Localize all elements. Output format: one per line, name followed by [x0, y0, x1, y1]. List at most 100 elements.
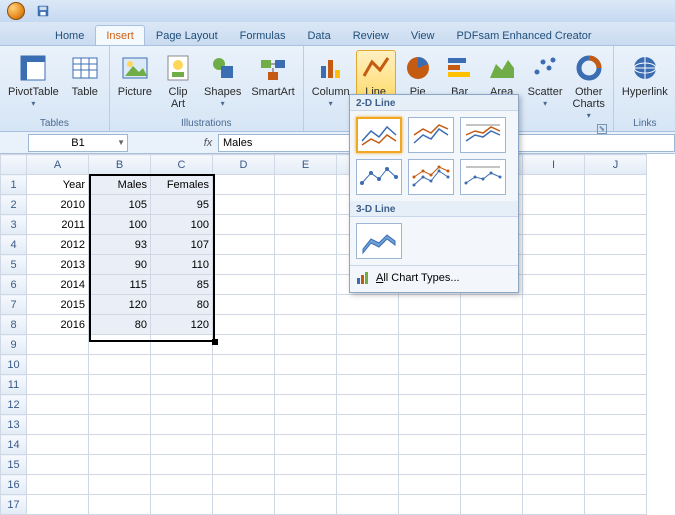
cell[interactable]: 2014 [27, 275, 89, 295]
cell[interactable] [461, 355, 523, 375]
cell[interactable] [275, 335, 337, 355]
cell[interactable] [89, 395, 151, 415]
tab-review[interactable]: Review [342, 25, 400, 45]
cell[interactable] [213, 375, 275, 395]
cell[interactable]: 2016 [27, 315, 89, 335]
cell[interactable] [213, 195, 275, 215]
cell[interactable] [275, 375, 337, 395]
row-header[interactable]: 15 [1, 455, 27, 475]
tab-data[interactable]: Data [296, 25, 341, 45]
cell[interactable] [275, 355, 337, 375]
tab-pdfsam-enhanced-creator[interactable]: PDFsam Enhanced Creator [445, 25, 602, 45]
cell[interactable] [89, 475, 151, 495]
cell[interactable] [585, 315, 647, 335]
cell[interactable]: 85 [151, 275, 213, 295]
cell[interactable] [337, 435, 399, 455]
cell[interactable]: 2012 [27, 235, 89, 255]
cell[interactable] [213, 175, 275, 195]
cell[interactable] [523, 435, 585, 455]
cell[interactable]: 105 [89, 195, 151, 215]
cell[interactable]: 2011 [27, 215, 89, 235]
row-header[interactable]: 11 [1, 375, 27, 395]
cell[interactable] [585, 335, 647, 355]
cell[interactable] [89, 435, 151, 455]
cell[interactable] [275, 475, 337, 495]
chart-type-3d-line[interactable] [356, 223, 402, 259]
row-header[interactable]: 13 [1, 415, 27, 435]
cell[interactable] [337, 395, 399, 415]
row-header[interactable]: 8 [1, 315, 27, 335]
cell[interactable]: 115 [89, 275, 151, 295]
cell[interactable] [275, 415, 337, 435]
tab-insert[interactable]: Insert [95, 25, 145, 45]
cell[interactable] [337, 455, 399, 475]
cell[interactable] [275, 315, 337, 335]
cell[interactable] [399, 315, 461, 335]
tab-page-layout[interactable]: Page Layout [145, 25, 229, 45]
cell[interactable]: 100 [89, 215, 151, 235]
cell[interactable] [461, 295, 523, 315]
cell[interactable] [523, 415, 585, 435]
cell[interactable] [585, 275, 647, 295]
cell[interactable] [523, 475, 585, 495]
cell[interactable] [523, 335, 585, 355]
cell[interactable] [275, 495, 337, 515]
cell[interactable]: 120 [89, 295, 151, 315]
cell[interactable] [275, 235, 337, 255]
cell[interactable]: 107 [151, 235, 213, 255]
chart-type-line-markers[interactable] [356, 159, 402, 195]
office-button[interactable] [0, 0, 32, 22]
cell[interactable] [213, 335, 275, 355]
cell[interactable]: Year [27, 175, 89, 195]
cell[interactable]: 2010 [27, 195, 89, 215]
cell[interactable] [585, 395, 647, 415]
dialog-launcher-icon[interactable]: ⬊ [597, 124, 607, 134]
cell[interactable] [523, 175, 585, 195]
other-button[interactable]: OtherCharts▾ [569, 50, 609, 122]
chart-type-stacked-line[interactable] [408, 117, 454, 153]
cell[interactable] [337, 335, 399, 355]
cell[interactable] [523, 495, 585, 515]
cell[interactable] [27, 375, 89, 395]
chart-type-100-stacked-line-markers[interactable] [460, 159, 506, 195]
row-header[interactable]: 3 [1, 215, 27, 235]
cell[interactable] [585, 195, 647, 215]
cell[interactable] [461, 375, 523, 395]
cell[interactable] [213, 295, 275, 315]
row-header[interactable]: 14 [1, 435, 27, 455]
cell[interactable] [399, 295, 461, 315]
cell[interactable] [523, 395, 585, 415]
row-header[interactable]: 10 [1, 355, 27, 375]
column-header[interactable]: D [213, 155, 275, 175]
cell[interactable]: 80 [89, 315, 151, 335]
cell[interactable] [27, 475, 89, 495]
cell[interactable] [213, 435, 275, 455]
cell[interactable] [151, 475, 213, 495]
cell[interactable] [213, 495, 275, 515]
cell[interactable] [151, 495, 213, 515]
cell[interactable] [523, 215, 585, 235]
cell[interactable] [275, 195, 337, 215]
cell[interactable] [461, 455, 523, 475]
cell[interactable]: 100 [151, 215, 213, 235]
row-header[interactable]: 4 [1, 235, 27, 255]
cell[interactable] [523, 455, 585, 475]
cell[interactable] [461, 415, 523, 435]
cell[interactable] [461, 335, 523, 355]
cell[interactable] [275, 435, 337, 455]
cell[interactable] [89, 415, 151, 435]
cell[interactable] [523, 315, 585, 335]
row-header[interactable]: 16 [1, 475, 27, 495]
clipart-button[interactable]: ClipArt [158, 50, 198, 112]
cell[interactable] [337, 295, 399, 315]
cell[interactable] [213, 215, 275, 235]
cell[interactable] [585, 375, 647, 395]
cell[interactable] [151, 415, 213, 435]
cell[interactable] [213, 315, 275, 335]
cell[interactable] [275, 275, 337, 295]
tab-formulas[interactable]: Formulas [229, 25, 297, 45]
cell[interactable] [275, 455, 337, 475]
cell[interactable] [213, 275, 275, 295]
cell[interactable] [585, 175, 647, 195]
column-header[interactable]: B [89, 155, 151, 175]
